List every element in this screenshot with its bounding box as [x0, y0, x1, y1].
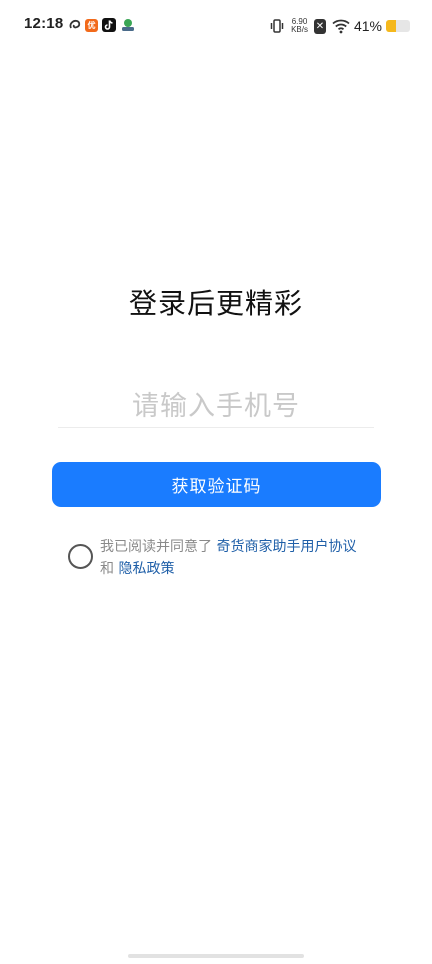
no-sim-icon: ✕: [313, 18, 326, 34]
user-agreement-link[interactable]: 奇货商家助手用户协议: [216, 539, 356, 555]
network-speed: 6.90 KB/s: [291, 18, 308, 34]
battery-icon: [386, 20, 410, 32]
get-code-button[interactable]: 获取验证码: [52, 462, 381, 507]
page-title: 登录后更精彩: [128, 287, 303, 320]
agreement-prefix: 我已阅读并同意了: [100, 539, 212, 555]
phone-input[interactable]: [58, 386, 374, 428]
status-time: 12:18: [24, 15, 64, 32]
wifi-icon: [332, 19, 350, 34]
agreement-text: 我已阅读并同意了 奇货商家助手用户协议 和 隐私政策: [100, 536, 362, 580]
tiktok-icon: [102, 18, 116, 32]
status-right-group: 6.90 KB/s ✕ 41%: [269, 14, 410, 38]
status-bar: 12:18 优 6.90 KB/s ✕ 41%: [0, 0, 432, 52]
home-indicator[interactable]: [128, 954, 304, 958]
vibrate-icon: [270, 19, 284, 33]
agreement-checkbox[interactable]: [68, 544, 93, 569]
shopping-app-icon: 优: [85, 19, 98, 32]
agreement-conjunction: 和: [100, 561, 114, 577]
swirl-app-icon: [68, 17, 82, 33]
game-app-icon: [120, 17, 136, 33]
network-speed-unit: KB/s: [291, 25, 308, 34]
battery-percent: 41%: [353, 18, 382, 34]
battery-level-fill: [386, 20, 396, 32]
privacy-policy-link[interactable]: 隐私政策: [118, 561, 174, 577]
